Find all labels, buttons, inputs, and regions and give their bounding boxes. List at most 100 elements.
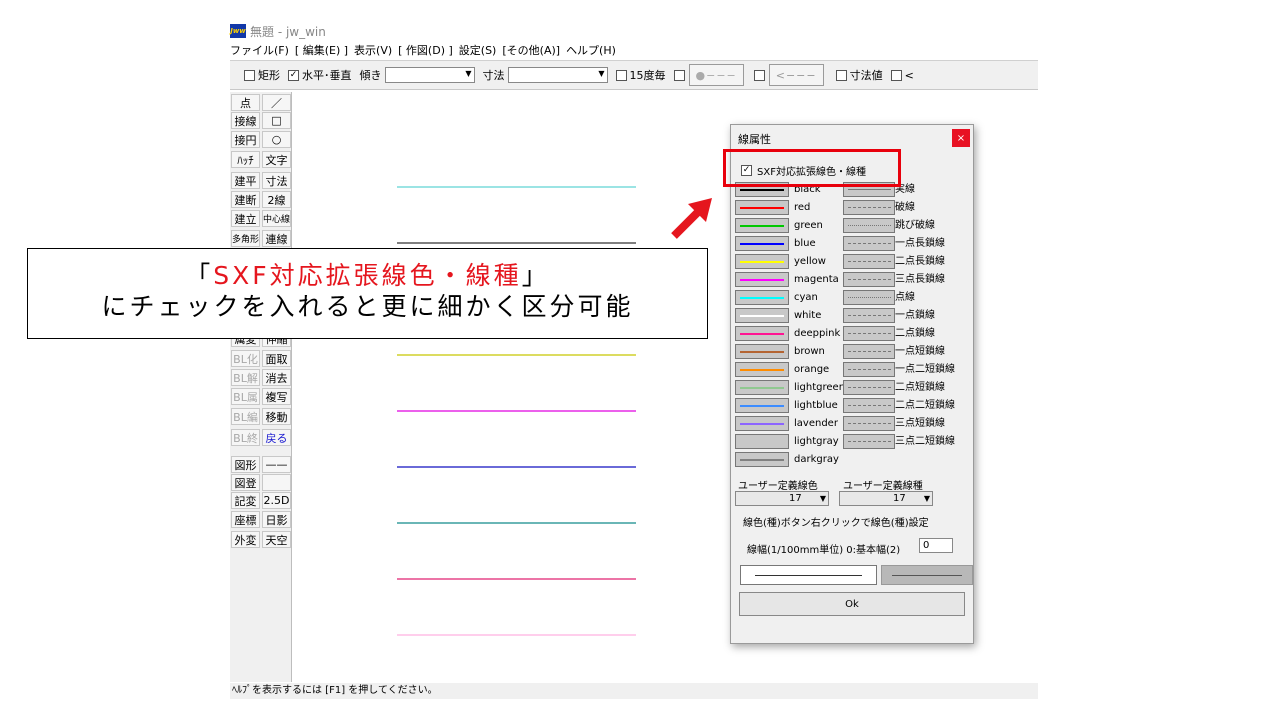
menu-item[interactable]: ファイル(F)	[230, 42, 289, 60]
menu-item[interactable]: [ 編集(E) ]	[295, 42, 348, 60]
command-button[interactable]: 図形	[231, 456, 260, 473]
command-button[interactable]: 戻る	[262, 429, 291, 446]
command-button[interactable]: 記変	[231, 492, 260, 509]
user-type-select[interactable]: 17 ▼	[839, 491, 933, 506]
point-checkbox[interactable]	[673, 69, 685, 81]
command-button[interactable]: BL解	[231, 369, 260, 386]
command-button[interactable]: 外変	[231, 531, 260, 548]
line-width-input[interactable]: 0	[919, 538, 953, 553]
command-button[interactable]: 接線	[231, 112, 260, 129]
line-type-button[interactable]	[843, 200, 895, 215]
menu-item[interactable]: [その他(A)]	[502, 42, 560, 60]
line-preview-button[interactable]	[740, 565, 877, 585]
line-color-button[interactable]	[735, 416, 789, 431]
command-button[interactable]: 複写	[262, 388, 291, 405]
menu-item[interactable]: [ 作図(D) ]	[398, 42, 453, 60]
tilt-combo[interactable]: ▼	[384, 67, 475, 83]
line-type-button[interactable]	[843, 380, 895, 395]
command-button[interactable]: BL編	[231, 408, 260, 425]
line-type-button[interactable]	[843, 362, 895, 377]
command-button[interactable]: 建平	[231, 172, 260, 189]
line-type-button[interactable]	[843, 416, 895, 431]
menu-item[interactable]: ヘルプ(H)	[566, 42, 616, 60]
line-color-label: brown	[794, 346, 825, 357]
command-button[interactable]: 面取	[262, 350, 291, 367]
command-button[interactable]: 文字	[262, 151, 291, 168]
line-type-button[interactable]	[843, 434, 895, 449]
line-type-button[interactable]	[843, 344, 895, 359]
color-swatch	[740, 243, 784, 245]
command-button[interactable]: ○	[262, 131, 291, 148]
command-button[interactable]: 日影	[262, 511, 291, 528]
command-button[interactable]: 2線	[262, 191, 291, 208]
command-button[interactable]: ﾊｯﾁ	[231, 151, 260, 168]
line-type-button[interactable]	[843, 236, 895, 251]
command-button[interactable]: 点	[231, 94, 260, 111]
command-button[interactable]: 中心線	[262, 210, 291, 227]
hv-option[interactable]: ✓ 水平･垂直	[288, 67, 352, 83]
command-button[interactable]: 建断	[231, 191, 260, 208]
line-type-button[interactable]	[843, 218, 895, 233]
command-button[interactable]: ／	[262, 94, 291, 111]
command-button[interactable]: BL属	[231, 388, 260, 405]
line-color-button[interactable]	[735, 398, 789, 413]
dimval-checkbox[interactable]	[835, 69, 847, 81]
command-button[interactable]: 移動	[262, 408, 291, 425]
command-button[interactable]: 座標	[231, 511, 260, 528]
dimval-option[interactable]: 寸法値	[835, 67, 883, 83]
arrow-checkbox[interactable]	[753, 69, 765, 81]
point-button[interactable]: ●−−−	[688, 64, 744, 86]
command-button[interactable]: 2.5D	[262, 492, 291, 509]
line-color-button[interactable]	[735, 308, 789, 323]
menu-item[interactable]: 表示(V)	[354, 42, 392, 60]
line-type-button[interactable]	[843, 254, 895, 269]
command-button[interactable]: 消去	[262, 369, 291, 386]
arrow-button[interactable]: <−−−	[768, 64, 824, 86]
command-button[interactable]: 図登	[231, 474, 260, 491]
command-button[interactable]	[262, 474, 291, 491]
rect-checkbox[interactable]	[244, 69, 255, 81]
line-color-button[interactable]	[735, 254, 789, 269]
hv-checkbox[interactable]: ✓	[288, 69, 299, 81]
line-color-button[interactable]	[735, 200, 789, 215]
line-color-button[interactable]	[735, 380, 789, 395]
line-color-button[interactable]	[735, 272, 789, 287]
lt-checkbox[interactable]	[890, 69, 902, 81]
line-type-button[interactable]	[843, 398, 895, 413]
rect-option[interactable]: 矩形	[244, 67, 280, 83]
line-color-button[interactable]	[735, 290, 789, 305]
line-type-button[interactable]	[843, 290, 895, 305]
command-button[interactable]: 建立	[231, 210, 260, 227]
line-color-button[interactable]	[735, 434, 789, 449]
color-swatch	[740, 351, 784, 353]
command-button[interactable]: □	[262, 112, 291, 129]
command-button[interactable]: 天空	[262, 531, 291, 548]
dim-combo[interactable]: ▼	[507, 67, 608, 83]
command-button[interactable]: BL終	[231, 429, 260, 446]
line-color-button[interactable]	[735, 218, 789, 233]
menu-item[interactable]: 設定(S)	[459, 42, 497, 60]
line-type-button[interactable]	[843, 272, 895, 287]
line-color-button[interactable]	[735, 362, 789, 377]
line-color-label: white	[794, 310, 822, 321]
line-color-button[interactable]	[735, 452, 789, 467]
close-button[interactable]: ×	[952, 129, 970, 147]
line-type-sample	[848, 423, 891, 424]
command-button[interactable]: 寸法	[262, 172, 291, 189]
user-color-select[interactable]: 17 ▼	[735, 491, 829, 506]
line-preview-alt-button[interactable]	[881, 565, 973, 585]
deg15-option[interactable]: 15度毎	[615, 67, 666, 83]
command-button[interactable]: BL化	[231, 350, 260, 367]
command-button[interactable]: 連線	[262, 230, 291, 247]
lt-option[interactable]: <	[890, 69, 914, 82]
line-color-button[interactable]	[735, 326, 789, 341]
line-color-button[interactable]	[735, 344, 789, 359]
line-type-button[interactable]	[843, 326, 895, 341]
command-button[interactable]: 接円	[231, 131, 260, 148]
deg15-checkbox[interactable]	[615, 69, 627, 81]
command-button[interactable]: 多角形	[231, 230, 260, 247]
ok-button[interactable]: Ok	[739, 592, 965, 616]
line-color-button[interactable]	[735, 236, 789, 251]
line-type-button[interactable]	[843, 308, 895, 323]
command-button[interactable]: ——	[262, 456, 291, 473]
